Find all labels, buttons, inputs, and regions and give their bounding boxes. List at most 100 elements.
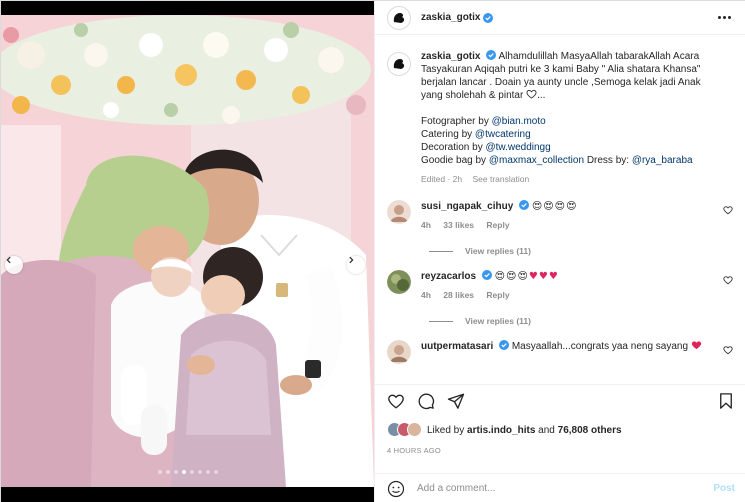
author-logo-icon <box>393 59 405 69</box>
author-username[interactable]: zaskia_gotix <box>421 12 480 23</box>
credit-goodie-link[interactable]: @maxmax_collection <box>489 155 584 166</box>
post-actions-bar <box>375 384 745 416</box>
post-timestamp[interactable]: 4 HOURS AGO <box>387 446 441 455</box>
comment-meta: 4h 33 likes Reply <box>421 219 711 232</box>
post-photo[interactable] <box>1 15 374 487</box>
post-comment-button[interactable]: Post <box>713 483 735 494</box>
view-replies-label: View replies (11) <box>465 246 531 256</box>
commenter-avatar-image <box>387 340 411 364</box>
view-replies-button[interactable]: View replies (11) <box>429 316 735 326</box>
liker-avatar <box>407 422 422 437</box>
carousel-dot <box>197 470 202 474</box>
comment-text: 😍😍😍😍 <box>531 201 578 212</box>
view-replies-button[interactable]: View replies (11) <box>429 246 735 256</box>
comment-item: reyzacarlos 😍😍😍♥♥♥ 4h 28 likes Reply <box>387 270 735 302</box>
likes-and: and <box>538 424 555 436</box>
carousel-dot <box>181 470 186 474</box>
liker-username[interactable]: artis.indo_hits <box>467 425 535 436</box>
commenter-username[interactable]: susi_ngapak_cihuy <box>421 201 513 212</box>
credit-catering-label: Catering by <box>421 129 473 140</box>
credit-catering-link[interactable]: @twcatering <box>475 129 531 140</box>
caption-username[interactable]: zaskia_gotix <box>421 51 480 62</box>
verified-badge-icon <box>519 200 530 210</box>
comment-time: 4h <box>421 290 431 300</box>
carousel-dot <box>157 470 162 474</box>
comment-body: reyzacarlos 😍😍😍♥♥♥ 4h 28 likes Reply <box>421 270 711 302</box>
likes-summary: Liked by artis.indo_hits and 76,808 othe… <box>387 422 622 438</box>
comment-body: uutpermatasari Masyaallah...congrats yaa… <box>421 340 711 364</box>
red-hearts-emoji: ♥♥♥ <box>528 271 559 282</box>
family-photo-illustration <box>1 15 374 487</box>
heart-icon[interactable] <box>723 205 733 215</box>
post-header: zaskia_gotix <box>375 1 745 35</box>
comment-text: Masyaallah...congrats yaa neng sayang <box>511 341 689 352</box>
more-horizontal-icon <box>718 16 721 19</box>
reply-button[interactable]: Reply <box>486 290 509 300</box>
heart-icon <box>388 394 404 409</box>
credit-dress-link[interactable]: @rya_baraba <box>632 155 693 166</box>
commenter-username[interactable]: reyzacarlos <box>421 271 476 282</box>
comment-button[interactable] <box>415 390 437 412</box>
carousel-indicator <box>1 470 374 474</box>
share-icon <box>447 393 465 409</box>
red-heart-emoji-icon <box>691 341 701 350</box>
commenter-avatar[interactable] <box>387 270 411 294</box>
share-button[interactable] <box>445 390 467 412</box>
commenter-avatar[interactable] <box>387 200 411 224</box>
post-side-panel: zaskia_gotix zaskia_gotix Alhamdulillah … <box>374 1 745 502</box>
credit-dress-label: Dress by: <box>586 155 630 166</box>
caption-meta: Edited · 2h See translation <box>421 173 721 186</box>
comment-time: 4h <box>421 220 431 230</box>
liker-avatars <box>387 422 423 438</box>
credit-photo-label: Fotographer by <box>421 116 489 127</box>
carousel-dot <box>205 470 210 474</box>
bookmark-icon <box>720 392 732 409</box>
post-dialog: zaskia_gotix zaskia_gotix Alhamdulillah … <box>0 0 745 502</box>
emoji-icon[interactable] <box>387 480 405 498</box>
verified-badge-icon <box>486 50 497 60</box>
heart-icon[interactable] <box>723 345 733 355</box>
comment-likes-count[interactable]: 28 likes <box>443 290 474 300</box>
comment-icon <box>418 393 435 409</box>
likes-others-count[interactable]: 76,808 others <box>558 425 622 436</box>
commenter-avatar-image <box>387 200 411 224</box>
chevron-right-icon <box>349 256 354 264</box>
carousel-prev-button[interactable] <box>5 256 23 274</box>
reply-button[interactable]: Reply <box>486 220 509 230</box>
caption-author-avatar[interactable] <box>387 52 411 76</box>
caption-text: zaskia_gotix Alhamdulillah MasyaAllah ta… <box>421 50 721 186</box>
commenter-username[interactable]: uutpermatasari <box>421 341 493 352</box>
chevron-left-icon <box>6 256 11 264</box>
comment-likes-count[interactable]: 33 likes <box>443 220 474 230</box>
author-avatar[interactable] <box>387 5 411 30</box>
credit-decoration-label: Decoration by <box>421 142 483 153</box>
more-options-button[interactable] <box>714 12 735 23</box>
commenter-avatar-image <box>387 270 411 294</box>
likes-text: Liked by artis.indo_hits and 76,808 othe… <box>427 425 622 436</box>
carousel-dot <box>165 470 170 474</box>
heart-icon[interactable] <box>723 275 733 285</box>
carousel-next-button[interactable] <box>347 256 365 274</box>
caption-edited-time: Edited · 2h <box>421 174 463 184</box>
comment-text: 😍😍😍 <box>494 271 529 282</box>
post-caption: zaskia_gotix Alhamdulillah MasyaAllah ta… <box>387 50 735 186</box>
caption-ellipsis: ... <box>537 90 546 101</box>
see-translation-link[interactable]: See translation <box>473 174 530 184</box>
commenter-avatar[interactable] <box>387 340 411 364</box>
comment-item: uutpermatasari Masyaallah...congrats yaa… <box>387 340 735 364</box>
credit-photo-link[interactable]: @bian.moto <box>492 116 546 127</box>
comment-body: susi_ngapak_cihuy 😍😍😍😍 4h 33 likes Reply <box>421 200 711 232</box>
carousel-dot <box>189 470 194 474</box>
verified-badge-icon <box>499 340 510 350</box>
like-button[interactable] <box>385 390 407 412</box>
comment-input[interactable] <box>417 483 714 494</box>
comment-meta: 4h 28 likes Reply <box>421 289 711 302</box>
add-comment-bar: Post <box>375 473 745 502</box>
comments-list[interactable]: zaskia_gotix Alhamdulillah MasyaAllah ta… <box>375 36 745 376</box>
author-logo-icon <box>393 12 405 23</box>
comment-item: susi_ngapak_cihuy 😍😍😍😍 4h 33 likes Reply <box>387 200 735 232</box>
credit-goodie-label: Goodie bag by <box>421 155 487 166</box>
save-button[interactable] <box>715 390 737 412</box>
credit-decoration-link[interactable]: @tw.weddingg <box>485 142 550 153</box>
post-media <box>1 1 374 502</box>
